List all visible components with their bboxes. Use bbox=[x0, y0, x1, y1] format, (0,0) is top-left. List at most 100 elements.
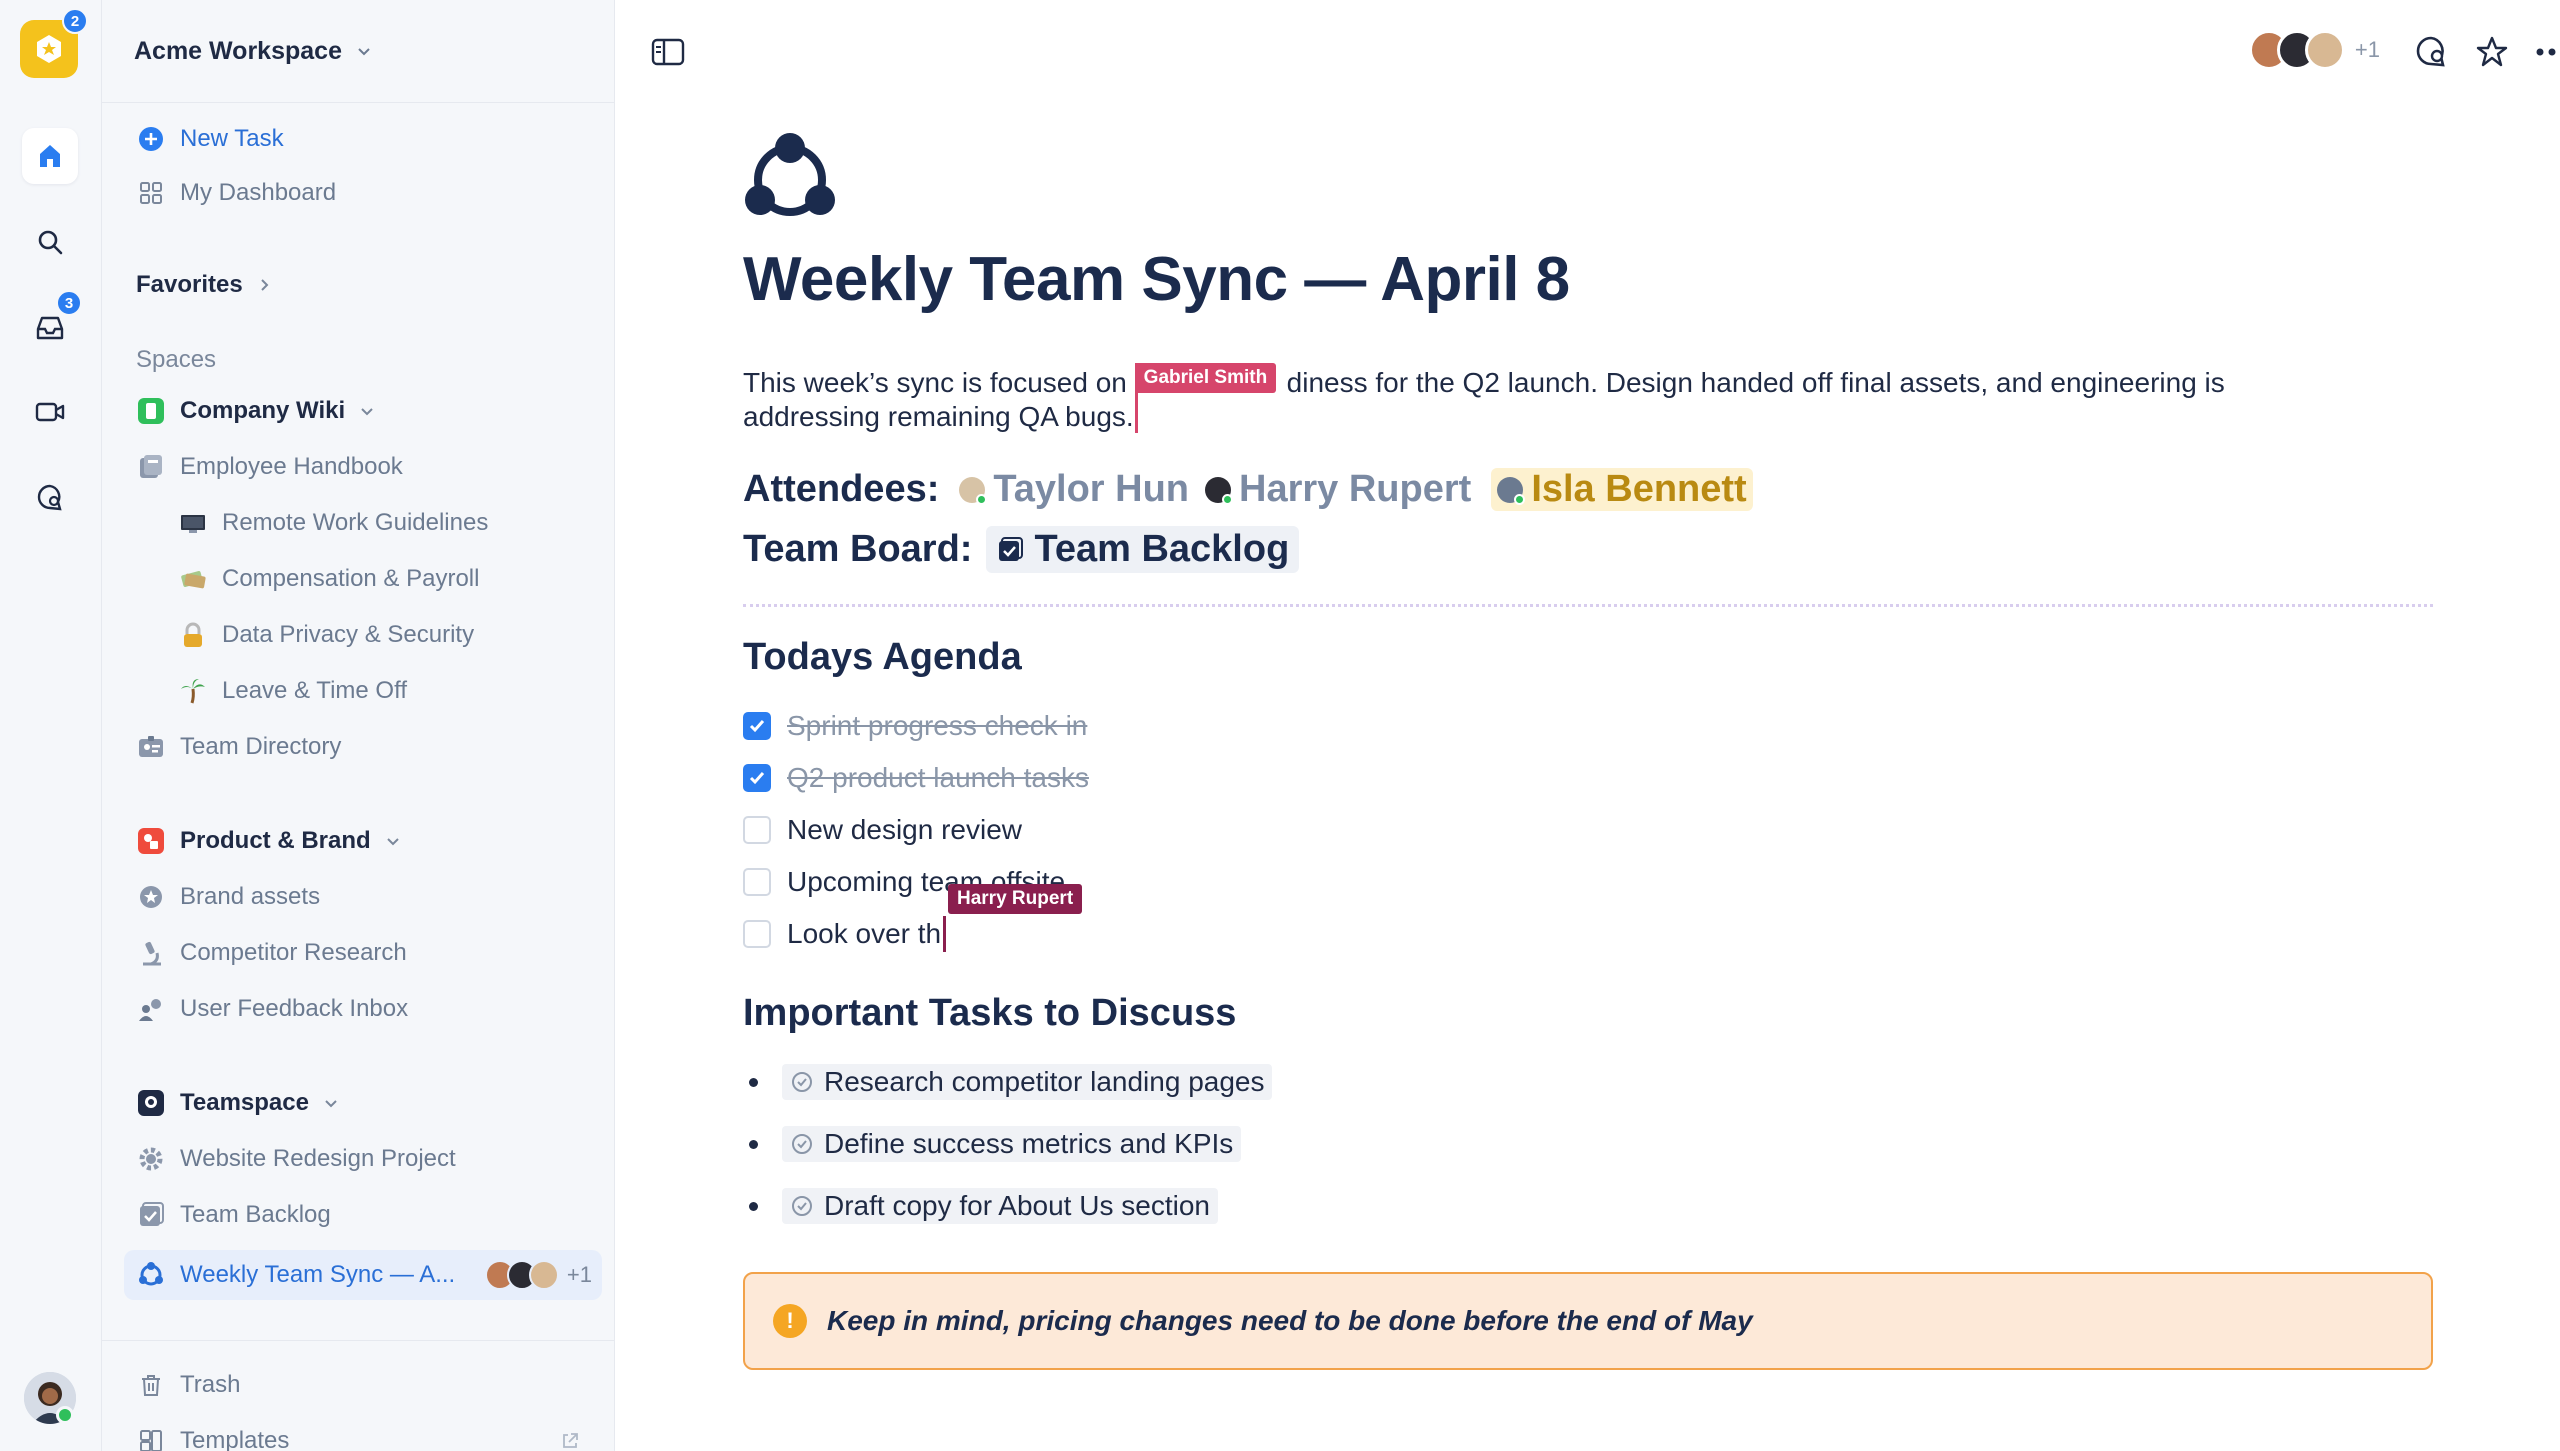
callout-warning[interactable]: ! Keep in mind, pricing changes need to … bbox=[743, 1272, 2433, 1370]
sidebar-divider bbox=[102, 1340, 615, 1341]
sidebar-item-user-feedback-inbox[interactable]: User Feedback Inbox bbox=[124, 984, 594, 1034]
mention-isla-bennett[interactable]: Isla Bennett bbox=[1491, 468, 1753, 511]
search-button[interactable] bbox=[22, 214, 78, 270]
sidebar-item-label: User Feedback Inbox bbox=[180, 995, 409, 1022]
task-chip[interactable]: Research competitor landing pages bbox=[782, 1064, 1273, 1100]
comments-button[interactable] bbox=[2412, 32, 2452, 72]
external-link-icon bbox=[563, 1433, 578, 1448]
mention-taylor-hun[interactable]: Taylor Hun bbox=[953, 468, 1195, 511]
presence-more-count: +1 bbox=[566, 1262, 592, 1287]
spaces-heading: Spaces bbox=[136, 346, 217, 373]
logo-badge: 2 bbox=[62, 8, 88, 34]
task-check-circle-icon bbox=[792, 1072, 812, 1092]
mention-name: Isla Bennett bbox=[1531, 468, 1747, 510]
checkbox-unchecked[interactable] bbox=[743, 816, 771, 844]
templates-label: Templates bbox=[180, 1427, 290, 1451]
sidebar-item-team-directory[interactable]: Team Directory bbox=[124, 722, 594, 772]
todo-item[interactable]: New design review bbox=[743, 810, 1022, 850]
my-dashboard-label: My Dashboard bbox=[180, 179, 337, 206]
icon-rail: 2 3 bbox=[0, 0, 102, 1451]
microscope-icon bbox=[143, 941, 161, 966]
todo-text: Sprint progress check in bbox=[787, 710, 1088, 741]
gabriel-cursor-anchor: Gabriel Smith bbox=[1134, 363, 1287, 433]
todo-item[interactable]: Q2 product launch tasks bbox=[743, 758, 1089, 798]
task-chip[interactable]: Draft copy for About Us section bbox=[782, 1188, 1218, 1224]
teamspace-icon bbox=[138, 1090, 164, 1116]
inbox-badge: 3 bbox=[56, 290, 82, 316]
checkbox-board-icon bbox=[999, 536, 1024, 561]
space-teamspace[interactable]: Teamspace bbox=[124, 1078, 594, 1128]
product-brand-label: Product & Brand bbox=[180, 827, 371, 854]
page-title[interactable]: Weekly Team Sync — April 8 bbox=[743, 244, 1570, 315]
favorites-toggle[interactable]: Favorites bbox=[124, 260, 594, 310]
sidebar-item-brand-assets[interactable]: Brand assets bbox=[124, 872, 594, 922]
mention-harry-rupert[interactable]: Harry Rupert bbox=[1199, 468, 1477, 511]
more-options-button[interactable] bbox=[2532, 32, 2560, 72]
video-button[interactable] bbox=[22, 384, 78, 440]
trash-icon bbox=[142, 1375, 160, 1396]
todo-item[interactable]: Sprint progress check in bbox=[743, 706, 1087, 746]
check-icon bbox=[749, 720, 765, 733]
avatar bbox=[959, 476, 988, 505]
gear-icon bbox=[139, 1147, 163, 1171]
chevron-down-icon bbox=[386, 838, 399, 846]
task-chip-label: Research competitor landing pages bbox=[824, 1066, 1265, 1097]
sidebar-item-remote-work-guidelines[interactable]: Remote Work Guidelines bbox=[166, 498, 594, 548]
check-icon bbox=[749, 772, 765, 785]
home-button[interactable] bbox=[22, 128, 78, 184]
sync-icon bbox=[139, 1262, 163, 1286]
sidebar-item-templates[interactable]: Templates bbox=[124, 1416, 594, 1451]
chat-button[interactable] bbox=[22, 470, 78, 526]
company-wiki-label: Company Wiki bbox=[180, 397, 346, 424]
sidebar-item-my-dashboard[interactable]: My Dashboard bbox=[124, 168, 594, 218]
chat-search-icon bbox=[37, 484, 62, 511]
intro-paragraph[interactable]: This week’s sync is focused on Gabriel S… bbox=[743, 363, 2303, 434]
templates-icon bbox=[140, 1430, 162, 1451]
checkbox-unchecked[interactable] bbox=[743, 868, 771, 896]
sidebar-item-label: Weekly Team Sync — A... bbox=[180, 1261, 456, 1288]
team-backlog-link[interactable]: Team Backlog bbox=[986, 526, 1300, 573]
sidebar-item-competitor-research[interactable]: Competitor Research bbox=[124, 928, 594, 978]
bullet-dot bbox=[749, 1201, 758, 1211]
task-chip[interactable]: Define success metrics and KPIs bbox=[782, 1126, 1242, 1162]
sidebar-item-compensation-payroll[interactable]: Compensation & Payroll bbox=[166, 554, 594, 604]
checkbox-checked[interactable] bbox=[743, 712, 771, 740]
sidebar-item-leave-time-off[interactable]: Leave & Time Off bbox=[166, 666, 594, 716]
sidebar-toggle-icon bbox=[651, 38, 685, 66]
sidebar-item-trash[interactable]: Trash bbox=[124, 1360, 594, 1410]
team-board-line: Team Board: Team Backlog bbox=[743, 526, 1300, 573]
sidebar-item-team-backlog[interactable]: Team Backlog bbox=[124, 1190, 594, 1240]
sidebar-item-weekly-team-sync[interactable]: Weekly Team Sync — A... +1 bbox=[124, 1250, 602, 1300]
chevron-down-icon bbox=[325, 1100, 337, 1108]
mention-name: Harry Rupert bbox=[1239, 468, 1472, 510]
attendees-label: Attendees: bbox=[743, 468, 940, 510]
workspace-switcher[interactable]: Acme Workspace bbox=[102, 0, 615, 103]
checkbox-unchecked[interactable] bbox=[743, 920, 771, 948]
todo-text: Q2 product launch tasks bbox=[787, 762, 1089, 793]
favorite-button[interactable] bbox=[2472, 32, 2512, 72]
todo-text: New design review bbox=[787, 814, 1022, 845]
harry-cursor-label: Harry Rupert bbox=[948, 884, 1083, 914]
dashboard-grid-icon bbox=[140, 182, 162, 204]
task-chip-label: Draft copy for About Us section bbox=[824, 1190, 1210, 1221]
toggle-sidebar-button[interactable] bbox=[648, 34, 688, 70]
new-task-button[interactable]: New Task bbox=[124, 114, 594, 164]
bullet-dot bbox=[749, 1139, 758, 1149]
task-check-circle-icon bbox=[792, 1196, 812, 1216]
checkbox-checked[interactable] bbox=[743, 764, 771, 792]
mention-name: Taylor Hun bbox=[993, 468, 1190, 510]
sidebar-item-data-privacy-security[interactable]: Data Privacy & Security bbox=[166, 610, 594, 660]
sidebar-item-website-redesign[interactable]: Website Redesign Project bbox=[124, 1134, 594, 1184]
tasks-heading: Important Tasks to Discuss bbox=[743, 992, 1237, 1034]
attendees-line: Attendees: Taylor Hun Harry Rupert Isla … bbox=[743, 468, 1753, 511]
wiki-space-icon bbox=[138, 398, 164, 424]
task-list-item: Define success metrics and KPIs bbox=[743, 1124, 1242, 1164]
document-presence[interactable]: +1 bbox=[2248, 30, 2380, 70]
todo-item[interactable]: Look over th bbox=[743, 914, 947, 954]
sidebar-item-employee-handbook[interactable]: Employee Handbook bbox=[124, 442, 594, 492]
space-product-brand[interactable]: Product & Brand bbox=[124, 816, 594, 866]
lock-icon bbox=[184, 622, 202, 647]
avatar bbox=[1497, 476, 1526, 505]
space-company-wiki[interactable]: Company Wiki bbox=[124, 386, 594, 436]
bullet-dot bbox=[749, 1077, 758, 1087]
